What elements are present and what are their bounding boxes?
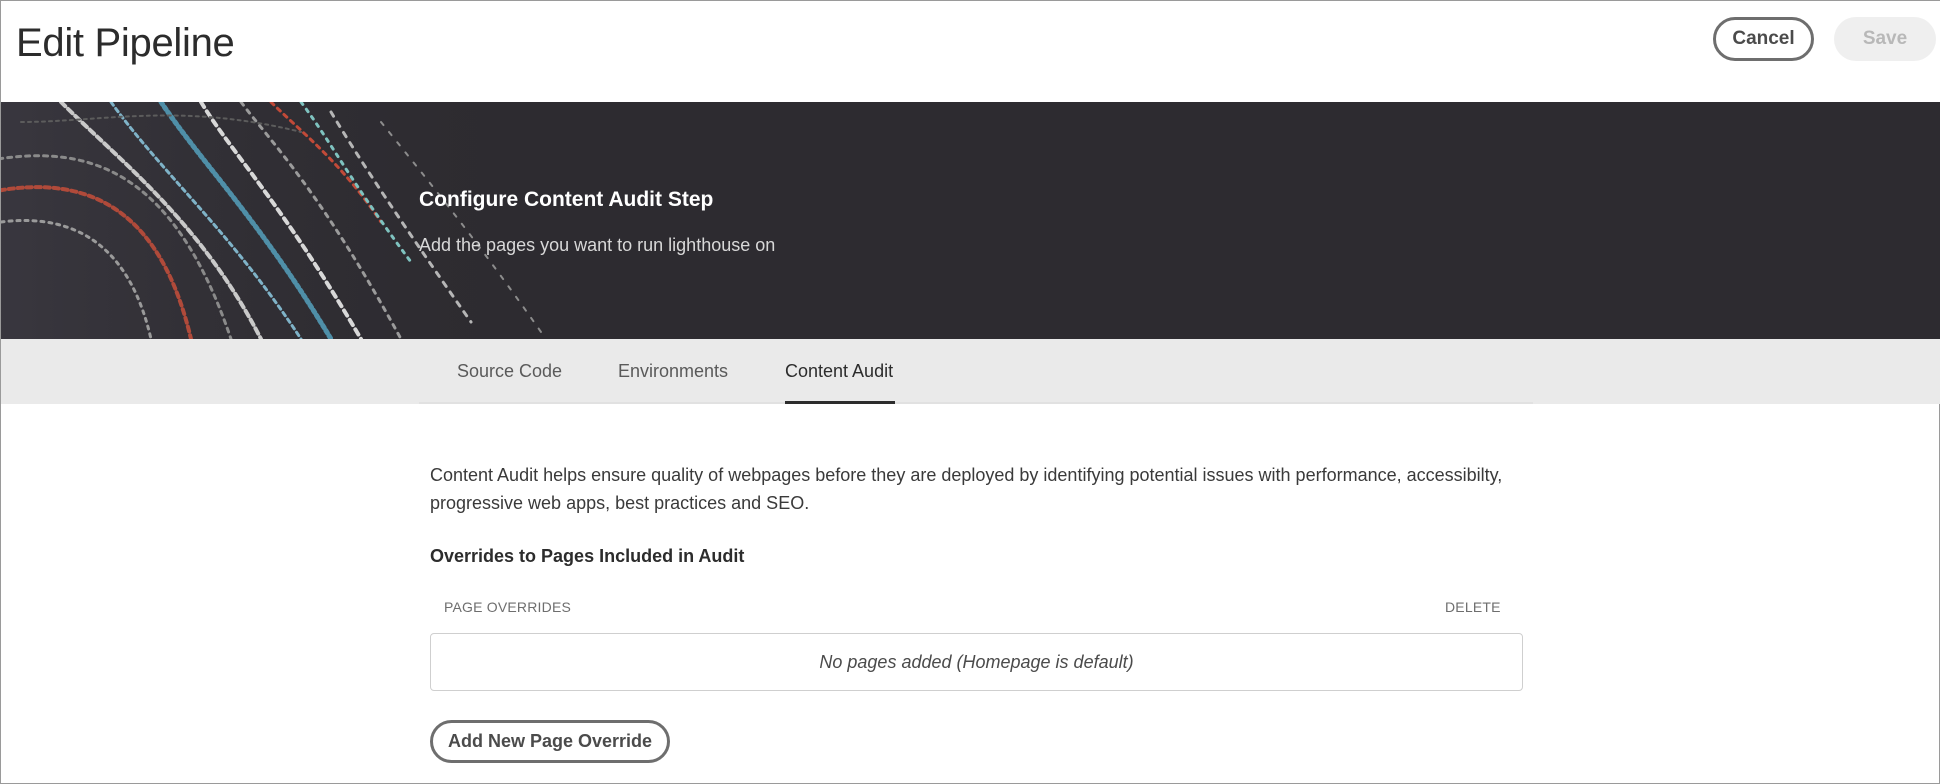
page-header: Edit Pipeline Cancel Save <box>1 1 1940 102</box>
overrides-section-title: Overrides to Pages Included in Audit <box>430 546 745 566</box>
add-page-override-button[interactable]: Add New Page Override <box>430 720 670 763</box>
column-header-delete: DELETE <box>1445 599 1501 615</box>
content-audit-description: Content Audit helps ensure quality of we… <box>430 465 1503 513</box>
empty-state-message: No pages added (Homepage is default) <box>819 652 1134 672</box>
step-tabs: Source Code Environments Content Audit <box>1 339 1940 404</box>
active-tab-indicator <box>785 401 895 404</box>
tab-source-code[interactable]: Source Code <box>457 361 562 382</box>
banner-title: Configure Content Audit Step <box>419 188 714 211</box>
page-overrides-list: No pages added (Homepage is default) <box>430 633 1523 691</box>
save-button[interactable]: Save <box>1834 17 1936 61</box>
page-title: Edit Pipeline <box>16 21 235 65</box>
banner-subtitle: Add the pages you want to run lighthouse… <box>419 235 776 255</box>
tab-content-audit[interactable]: Content Audit <box>785 361 893 382</box>
tab-divider <box>419 402 1533 404</box>
step-banner: Configure Content Audit Step Add the pag… <box>1 102 1940 339</box>
column-header-page-overrides: PAGE OVERRIDES <box>444 599 572 615</box>
cancel-button[interactable]: Cancel <box>1713 17 1814 61</box>
app-window: Edit Pipeline Cancel Save Configure Cont… <box>0 0 1940 784</box>
banner-artwork-image <box>1 102 561 339</box>
tab-environments[interactable]: Environments <box>618 361 728 382</box>
